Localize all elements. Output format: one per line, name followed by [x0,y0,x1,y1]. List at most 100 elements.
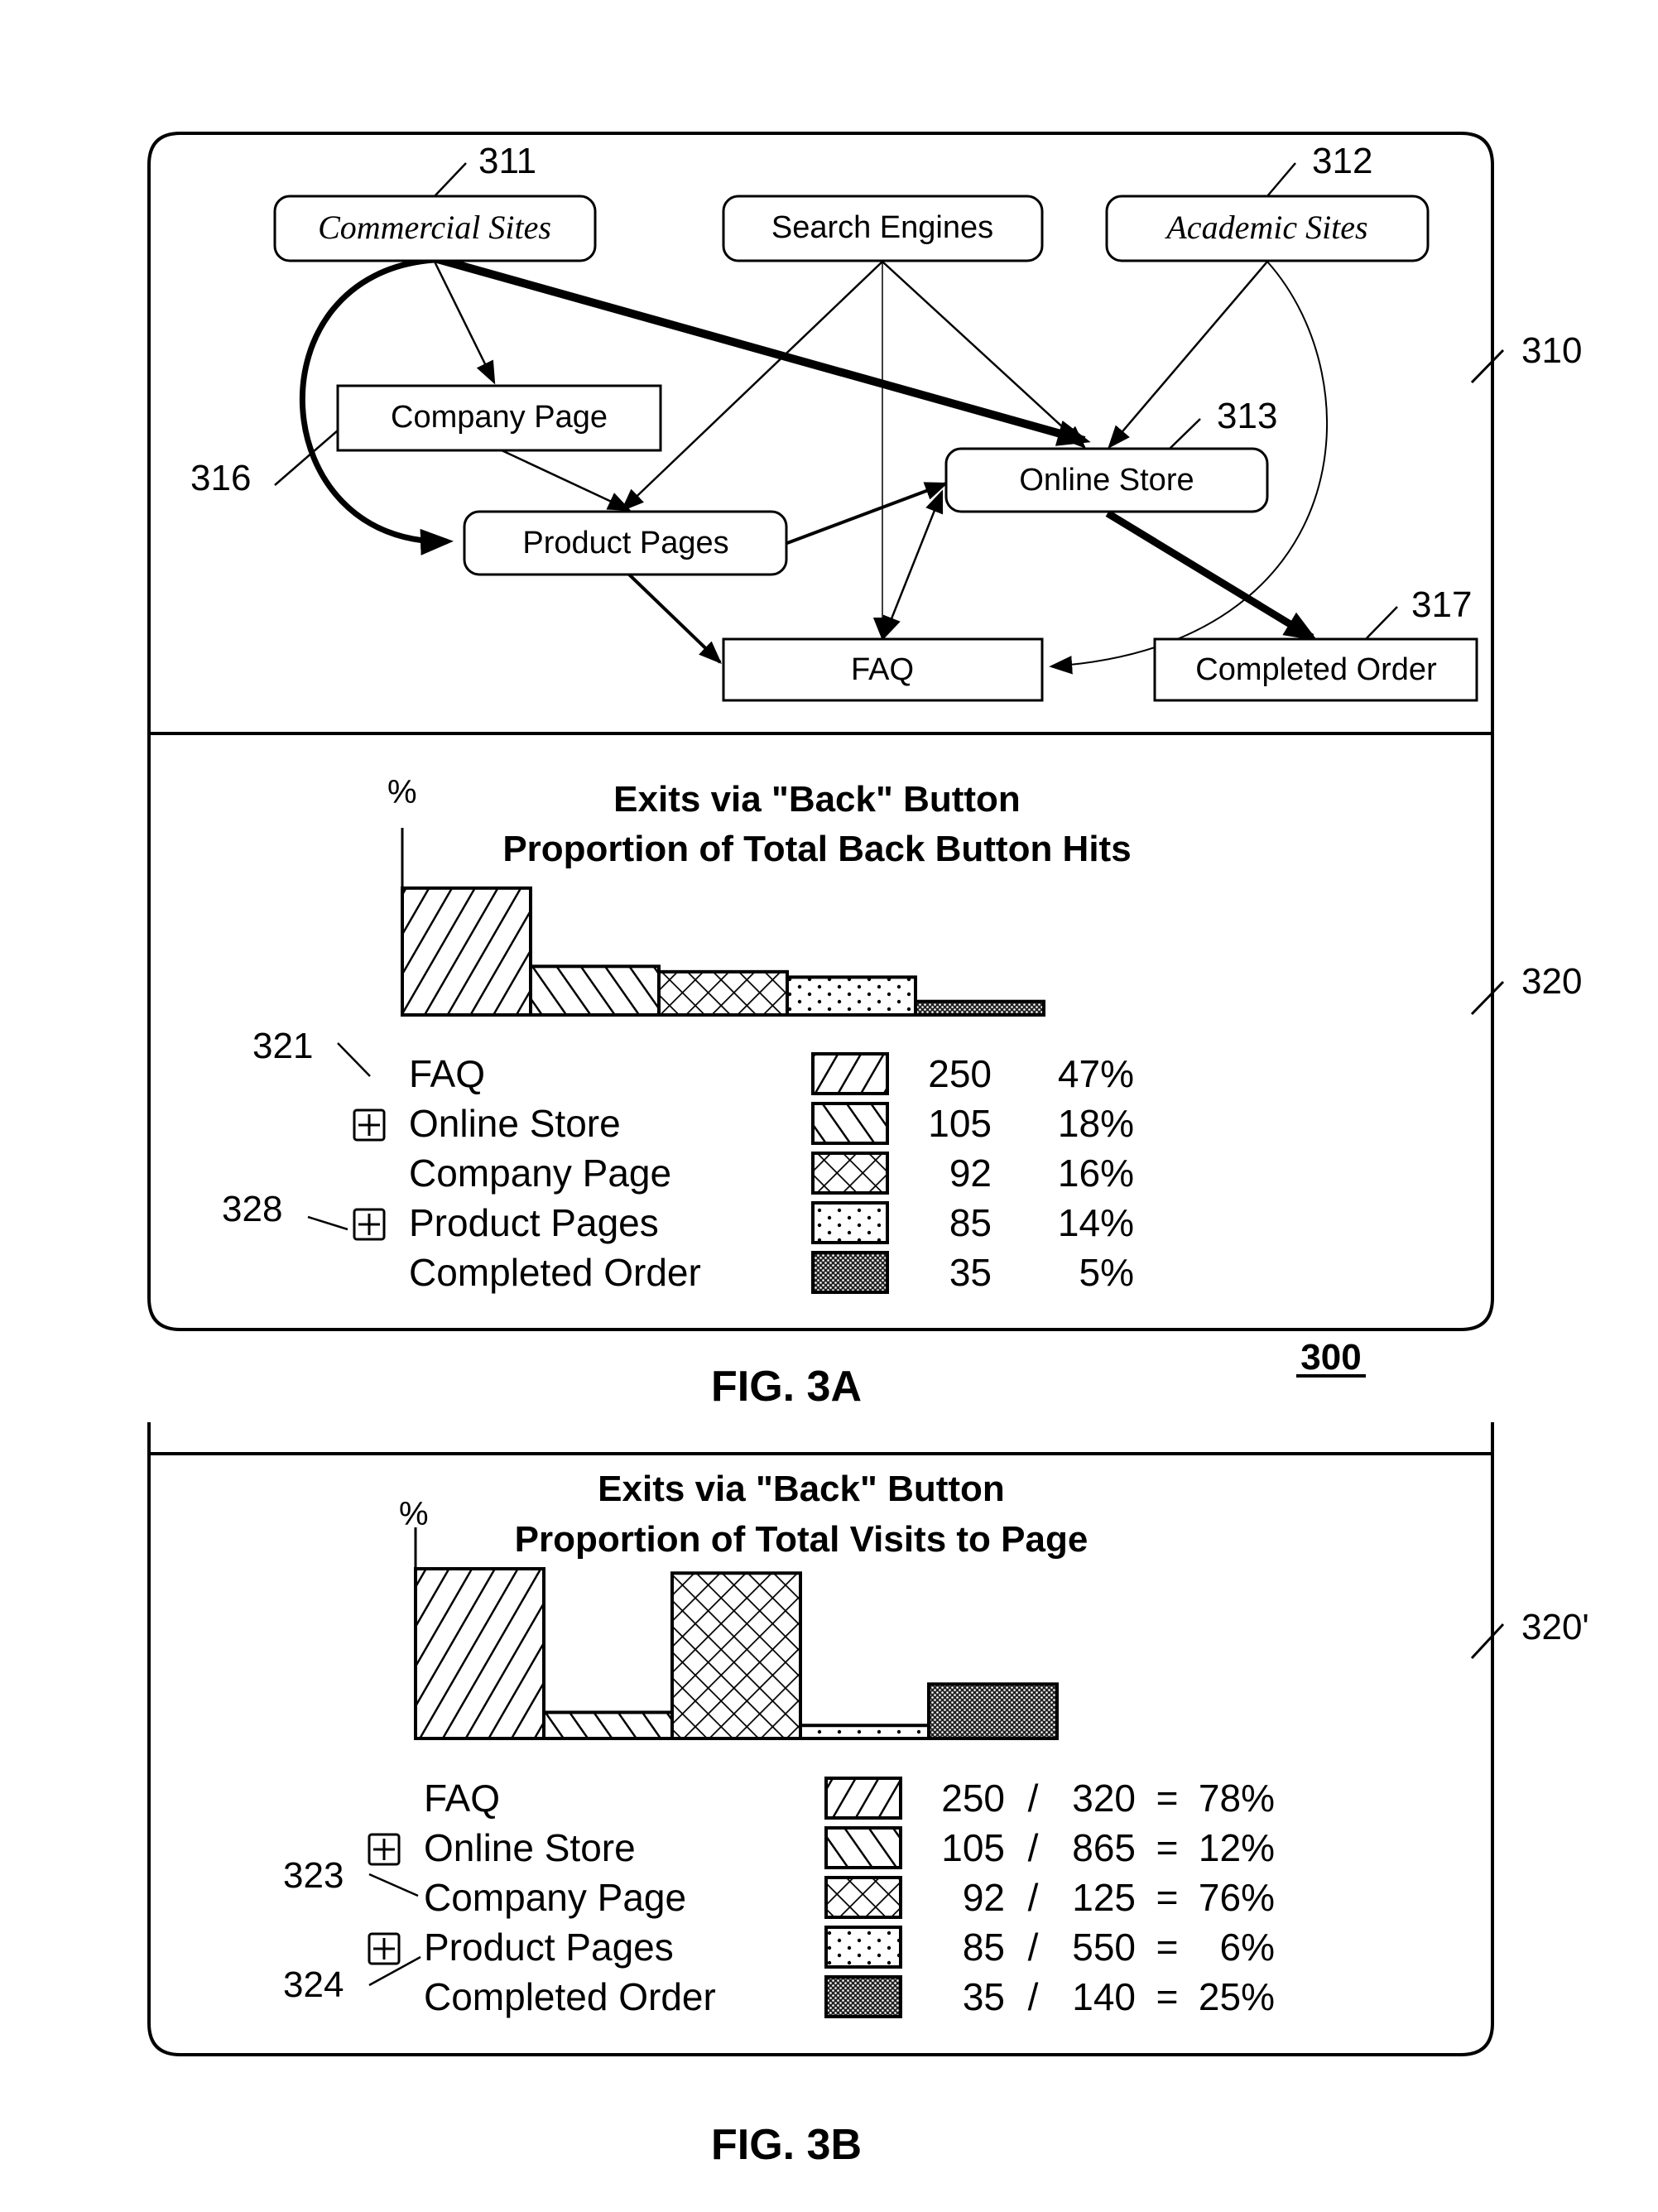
legend-swatch [811,1152,889,1195]
legend-equals: = [1156,1826,1179,1869]
legend-percent: 78% [1199,1777,1275,1820]
node-company-page[interactable]: Company Page [336,384,662,452]
legend-swatch [811,1052,889,1095]
legend-numerator: 85 [963,1926,1005,1969]
svg-text:312: 312 [1312,141,1372,181]
legend-row: Product Pages 85 14% [353,1201,1134,1244]
chart-b-title: Exits via "Back" Button [598,1469,1005,1509]
svg-text:317: 317 [1411,584,1472,625]
legend-swatch [824,1826,902,1869]
legend-row: FAQ 250 / 320 = 78% [424,1777,1275,1820]
legend-label[interactable]: Company Page [424,1876,686,1919]
node-online-store[interactable]: Online Store [944,447,1269,513]
legend-percent: 12% [1199,1826,1275,1869]
svg-text:320: 320 [1521,961,1582,1002]
svg-text:311: 311 [478,141,536,181]
legend-numerator: 35 [963,1975,1005,2018]
expand-plus-icon[interactable] [353,1208,386,1241]
bar-product-pages [799,1724,930,1740]
expand-plus-icon[interactable] [368,1932,401,1965]
chart-a: % Exits via "Back" Button Proportion of … [222,774,1134,1294]
svg-text:323: 323 [283,1855,344,1896]
svg-text:310: 310 [1521,330,1582,371]
bar-product-pages [786,975,917,1017]
expand-plus-icon[interactable] [368,1833,401,1866]
bar-faq [401,886,532,1017]
bar-online-store [542,1710,674,1740]
legend-percent: 47% [1058,1052,1134,1095]
svg-text:316: 316 [190,458,251,498]
legend-percent: 6% [1220,1926,1275,1969]
chart-b-subtitle: Proportion of Total Visits to Page [515,1519,1089,1560]
legend-label[interactable]: Product Pages [424,1926,674,1969]
legend-slash: / [1028,1777,1039,1820]
legend-count: 92 [949,1152,992,1195]
legend-row: Completed Order 35 5% [409,1251,1134,1294]
legend-label[interactable]: FAQ [409,1052,485,1095]
panel-310-border [147,132,1494,1331]
legend-equals: = [1156,1926,1179,1969]
legend-label[interactable]: Product Pages [409,1201,659,1244]
svg-text:Online Store: Online Store [1019,463,1194,498]
node-commercial-sites[interactable]: Commercial Sites [273,195,597,262]
legend-denominator: 320 [1072,1777,1136,1820]
node-faq[interactable]: FAQ [722,637,1044,702]
node-academic-sites[interactable]: Academic Sites [1105,195,1430,262]
legend-percent: 16% [1058,1152,1134,1195]
ref-324: 324 [283,1955,421,2005]
ref-312: 312 [1266,141,1372,197]
edge-search-online [882,261,1087,449]
legend-label[interactable]: Online Store [424,1826,636,1869]
legend-equals: = [1156,1975,1179,2018]
legend-numerator: 250 [941,1777,1005,1820]
flow-diagram: Commercial Sites 311 Search Engines Acad… [190,141,1478,702]
legend-denominator: 125 [1072,1876,1136,1919]
legend-slash: / [1028,1876,1039,1919]
svg-text:Academic Sites: Academic Sites [1164,209,1367,246]
legend-swatch [811,1251,889,1294]
ref-313: 313 [1169,396,1277,450]
chart-b-legend: FAQ 250 / 320 = 78% Online Store 105 / 865 = 12% Com… [368,1777,1275,2018]
legend-slash: / [1028,1826,1039,1869]
legend-label[interactable]: Company Page [409,1152,671,1195]
bar-completed-order [927,1682,1059,1741]
svg-text:Search Engines: Search Engines [771,210,993,245]
ref-320: 320 [1470,961,1582,1016]
legend-label[interactable]: Completed Order [409,1251,701,1294]
legend-swatch [811,1201,889,1244]
bar-completed-order [914,999,1045,1017]
legend-swatch [824,1975,902,2018]
node-product-pages[interactable]: Product Pages [463,510,788,576]
legend-row: Completed Order 35 / 140 = 25% [424,1975,1275,2018]
chart-a-bars [401,886,1045,1017]
edge-product-online [786,482,949,545]
legend-count: 250 [928,1052,992,1095]
legend-count: 85 [949,1201,992,1244]
legend-numerator: 105 [941,1826,1005,1869]
patent-figure: 310 320 Commercial Sites 311 Search Engi… [147,132,1589,2169]
svg-text:Completed Order: Completed Order [1195,652,1437,687]
chart-a-subtitle: Proportion of Total Back Button Hits [502,829,1131,869]
edge-online-completed [1105,510,1318,642]
legend-row: Product Pages 85 / 550 = 6% [368,1926,1275,1969]
legend-label[interactable]: Online Store [409,1102,621,1145]
legend-percent: 14% [1058,1201,1134,1244]
legend-count: 105 [928,1102,992,1145]
chart-a-legend: FAQ 250 47% Online Store 105 18% Company Page 9… [353,1052,1134,1294]
legend-label[interactable]: Completed Order [424,1975,716,2018]
node-search-engines[interactable]: Search Engines [722,195,1044,262]
bar-online-store [529,964,661,1017]
legend-slash: / [1028,1926,1039,1969]
legend-denominator: 140 [1072,1975,1136,2018]
figure-ref-300: 300 [1300,1337,1361,1378]
ref-310: 310 [1470,330,1582,384]
expand-plus-icon[interactable] [353,1108,386,1142]
legend-row: Company Page 92 16% [409,1152,1134,1195]
legend-label[interactable]: FAQ [424,1777,500,1820]
legend-row: Online Store 105 / 865 = 12% [368,1826,1275,1869]
chart-a-ylabel: % [387,774,417,810]
svg-text:FAQ: FAQ [851,652,914,687]
legend-swatch [824,1777,902,1820]
svg-text:Commercial Sites: Commercial Sites [318,209,551,246]
node-completed-order[interactable]: Completed Order [1153,637,1478,702]
